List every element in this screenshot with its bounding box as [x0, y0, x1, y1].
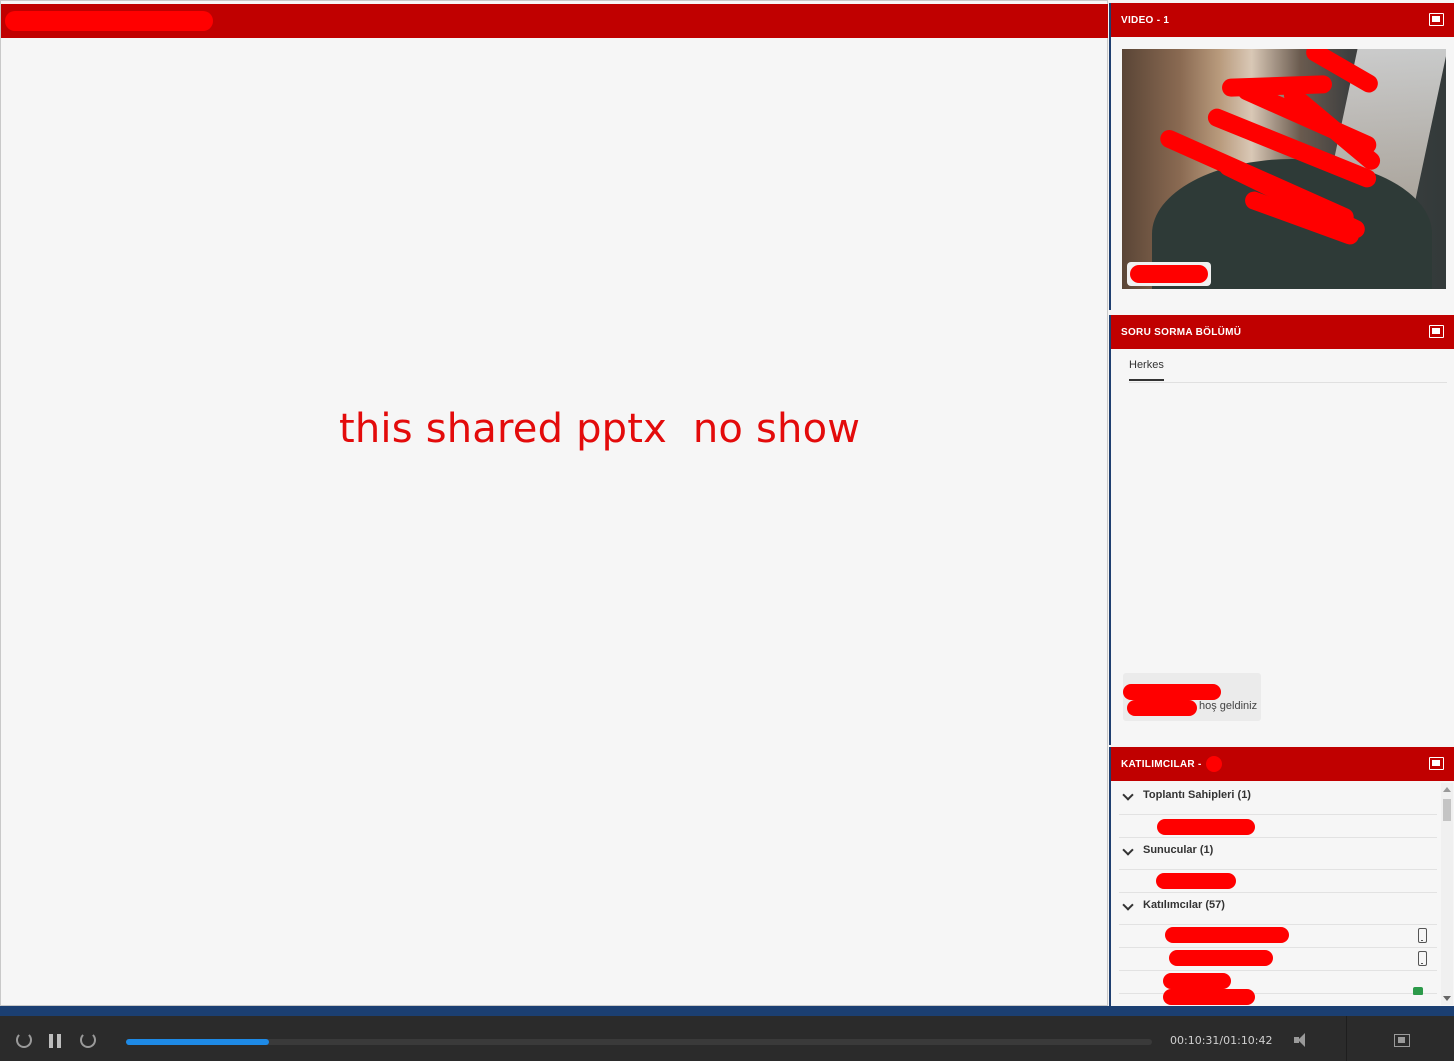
- controls-divider: [1346, 1016, 1347, 1061]
- seek-bar-progress: [126, 1039, 269, 1045]
- qa-pod-title: SORU SORMA BÖLÜMÜ: [1121, 326, 1242, 338]
- video-pod-title: VIDEO - 1: [1121, 14, 1170, 26]
- group-label: Toplantı Sahipleri (1): [1143, 789, 1251, 801]
- video-pod-header[interactable]: VIDEO - 1: [1111, 3, 1454, 37]
- app-window: this shared pptx no show VIDEO - 1 SORU …: [0, 0, 1454, 1061]
- chevron-down-icon[interactable]: [1122, 789, 1134, 801]
- video-name-tag: [1127, 262, 1211, 286]
- scroll-up-icon[interactable]: [1443, 787, 1451, 792]
- group-presenters[interactable]: Sunucular (1): [1119, 838, 1437, 870]
- maximize-icon[interactable]: [1429, 757, 1444, 770]
- playback-controls: 00:10:31/01:10:42: [0, 1016, 1454, 1061]
- attendees-pod-header[interactable]: KATILIMCILAR -: [1111, 747, 1454, 781]
- video-feed: [1122, 49, 1446, 289]
- list-item[interactable]: [1119, 870, 1437, 893]
- rewind-icon[interactable]: [16, 1032, 32, 1048]
- share-message: this shared pptx no show: [339, 406, 861, 452]
- attendee-list: Toplantı Sahipleri (1) Sunucular (1) Kat…: [1119, 783, 1437, 1005]
- pause-icon[interactable]: [49, 1034, 61, 1048]
- seek-bar[interactable]: [126, 1039, 1152, 1045]
- redacted-name: [1163, 989, 1255, 1005]
- list-item[interactable]: [1119, 971, 1437, 1005]
- scroll-thumb[interactable]: [1443, 799, 1451, 821]
- qa-pod: SORU SORMA BÖLÜMÜ Herkes hoş geldiniz: [1109, 315, 1454, 745]
- tab-herkes[interactable]: Herkes: [1129, 359, 1164, 381]
- redacted-name: [1156, 873, 1236, 889]
- mobile-phone-icon: [1418, 951, 1427, 966]
- share-pod: this shared pptx no show: [0, 0, 1108, 1006]
- list-item[interactable]: [1119, 948, 1437, 971]
- redacted-name: [1169, 950, 1273, 966]
- qa-message-text: hoş geldiniz: [1199, 700, 1258, 712]
- redacted-count: [1205, 756, 1222, 772]
- forward-icon[interactable]: [80, 1032, 96, 1048]
- video-pod: VIDEO - 1: [1109, 3, 1454, 310]
- mobile-phone-icon: [1418, 928, 1427, 943]
- group-hosts[interactable]: Toplantı Sahipleri (1): [1119, 783, 1437, 815]
- chevron-down-icon[interactable]: [1122, 899, 1134, 911]
- redacted-sender: [1127, 700, 1197, 716]
- playback-divider: [0, 1006, 1454, 1016]
- attendees-pod-title: KATILIMCILAR -: [1121, 758, 1202, 770]
- share-pod-header: [1, 4, 1108, 38]
- redacted-title: [5, 11, 213, 31]
- maximize-icon[interactable]: [1429, 13, 1444, 26]
- attendee-scrollbar[interactable]: [1441, 783, 1453, 1005]
- group-label: Katılımcılar (57): [1143, 899, 1225, 911]
- scroll-down-icon[interactable]: [1443, 996, 1451, 1001]
- redacted-sender: [1123, 684, 1221, 700]
- attendees-pod: KATILIMCILAR - Toplantı Sahipleri (1) Su…: [1109, 747, 1454, 1006]
- list-item[interactable]: [1119, 815, 1437, 838]
- thumbs-up-icon: [1413, 987, 1423, 995]
- tab-divider: [1129, 382, 1447, 383]
- list-item[interactable]: [1119, 925, 1437, 948]
- redacted-name: [1157, 819, 1255, 835]
- qa-pod-header[interactable]: SORU SORMA BÖLÜMÜ: [1111, 315, 1454, 349]
- group-label: Sunucular (1): [1143, 844, 1214, 856]
- group-participants[interactable]: Katılımcılar (57): [1119, 893, 1437, 925]
- volume-icon[interactable]: [1294, 1033, 1312, 1047]
- qa-message: hoş geldiniz: [1123, 673, 1261, 721]
- chevron-down-icon[interactable]: [1122, 844, 1134, 856]
- redacted-name: [1163, 973, 1231, 989]
- redacted-name: [1165, 927, 1289, 943]
- fullscreen-icon[interactable]: [1394, 1034, 1410, 1047]
- maximize-icon[interactable]: [1429, 325, 1444, 338]
- time-readout: 00:10:31/01:10:42: [1170, 1034, 1273, 1047]
